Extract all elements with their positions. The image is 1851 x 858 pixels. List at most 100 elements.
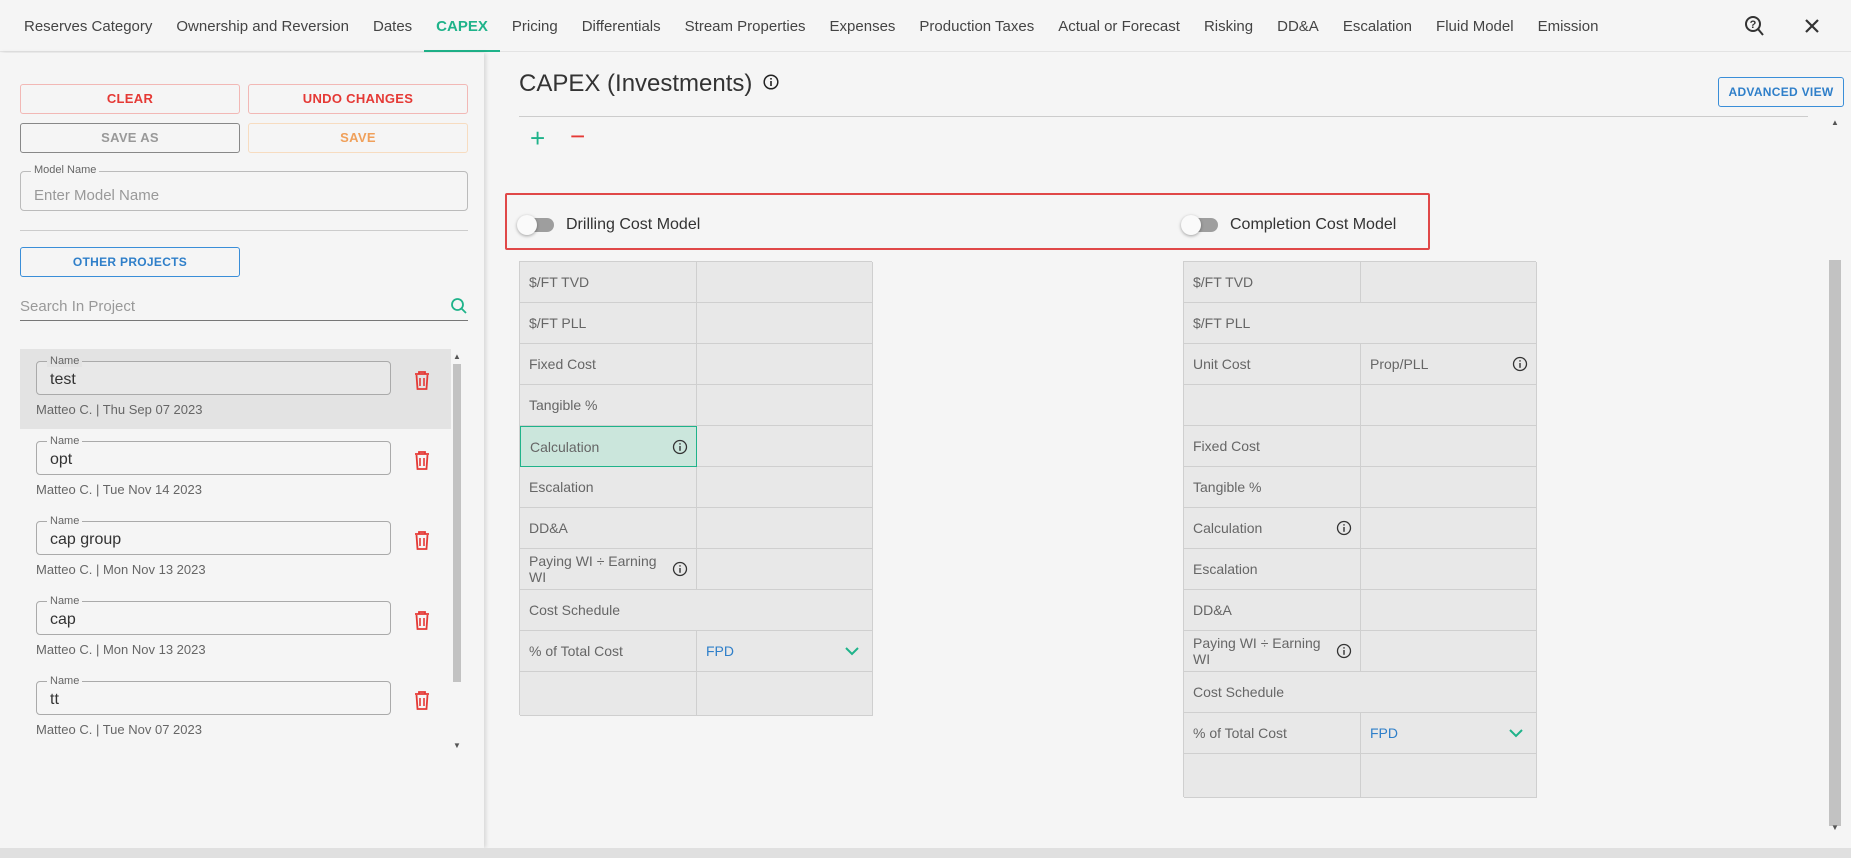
completion-fixed-cost-label: Fixed Cost	[1184, 426, 1361, 467]
drilling-tangible-value[interactable]	[697, 385, 873, 426]
chevron-down-icon[interactable]	[1508, 727, 1524, 739]
main-scrollbar[interactable]: ▲ ▼	[1829, 118, 1841, 832]
drilling-paying-wi-cell: Paying WI ÷ Earning WI	[520, 549, 697, 590]
list-item[interactable]: Name tt Matteo C. | Tue Nov 07 2023	[20, 669, 451, 745]
drilling-paying-wi-value[interactable]	[697, 549, 873, 590]
list-item[interactable]: Name opt Matteo C. | Tue Nov 14 2023	[20, 429, 451, 509]
list-item[interactable]: Name test Matteo C. | Thu Sep 07 2023	[20, 349, 451, 429]
drilling-fixed-cost-value[interactable]	[697, 344, 873, 385]
completion-ft-tvd-value[interactable]	[1361, 262, 1537, 303]
drilling-cost-model-toggle[interactable]	[517, 215, 554, 235]
list-item[interactable]: Name cap Matteo C. | Mon Nov 13 2023	[20, 589, 451, 669]
bottom-bar	[0, 848, 1851, 858]
item-name-label: Name	[47, 515, 83, 527]
completion-prop-pll-value[interactable]	[1361, 385, 1537, 426]
completion-escalation-value[interactable]	[1361, 549, 1537, 590]
model-name-field: Model Name	[20, 164, 468, 211]
completion-cost-model-label: Completion Cost Model	[1230, 216, 1397, 233]
save-button[interactable]: SAVE	[248, 123, 468, 153]
info-icon[interactable]	[1336, 520, 1352, 536]
tab-production-taxes[interactable]: Production Taxes	[907, 0, 1046, 52]
scroll-down-icon[interactable]: ▼	[452, 741, 462, 750]
trash-icon[interactable]	[412, 689, 432, 711]
search-icon[interactable]	[450, 297, 468, 315]
main-scroll-up-icon[interactable]: ▲	[1829, 118, 1841, 127]
search-input[interactable]	[20, 293, 440, 319]
item-name-field[interactable]: Name cap	[36, 595, 391, 635]
drilling-empty-value[interactable]	[697, 672, 873, 716]
drilling-calculation-value[interactable]	[697, 426, 873, 467]
trash-icon[interactable]	[412, 529, 432, 551]
drilling-ft-pll-value[interactable]	[697, 303, 873, 344]
tab-risking[interactable]: Risking	[1192, 0, 1265, 52]
tab-expenses[interactable]: Expenses	[818, 0, 908, 52]
tab-ownership-and-reversion[interactable]: Ownership and Reversion	[164, 0, 361, 52]
drilling-empty-label	[520, 672, 697, 716]
list-item[interactable]: Name cap group Matteo C. | Mon Nov 13 2023	[20, 509, 451, 589]
remove-button[interactable]: −	[570, 123, 585, 149]
svg-text:?: ?	[1750, 19, 1757, 31]
add-button[interactable]: +	[530, 125, 545, 151]
main-scroll-thumb[interactable]	[1829, 260, 1841, 826]
item-name-field[interactable]: Name test	[36, 355, 391, 395]
drilling-calculation-cell[interactable]: Calculation	[520, 426, 697, 467]
tab-stream-properties[interactable]: Stream Properties	[673, 0, 818, 52]
completion-calculation-label: Calculation	[1193, 520, 1263, 536]
item-name-field[interactable]: Name opt	[36, 435, 391, 475]
tab-pricing[interactable]: Pricing	[500, 0, 570, 52]
clear-button[interactable]: CLEAR	[20, 84, 240, 114]
tab-emission[interactable]: Emission	[1526, 0, 1611, 52]
tab-escalation[interactable]: Escalation	[1331, 0, 1424, 52]
drilling-ft-tvd-value[interactable]	[697, 262, 873, 303]
save-as-button[interactable]: SAVE AS	[20, 123, 240, 153]
completion-prop-pll-cell[interactable]: Prop/PLL	[1361, 344, 1537, 385]
trash-icon[interactable]	[412, 609, 432, 631]
info-icon[interactable]	[672, 561, 688, 577]
model-list-scrollbar[interactable]: ▲ ▼	[452, 352, 462, 750]
main-scroll-down-icon[interactable]: ▼	[1829, 823, 1841, 832]
trash-icon[interactable]	[412, 449, 432, 471]
info-icon[interactable]	[672, 439, 688, 455]
drilling-escalation-value[interactable]	[697, 467, 873, 508]
tab-dates[interactable]: Dates	[361, 0, 424, 52]
completion-unit-cost-value[interactable]	[1184, 385, 1361, 426]
tab-differentials[interactable]: Differentials	[570, 0, 673, 52]
item-name-field[interactable]: Name tt	[36, 675, 391, 715]
scroll-up-icon[interactable]: ▲	[452, 352, 462, 361]
tab-fluid-model[interactable]: Fluid Model	[1424, 0, 1526, 52]
page-title: CAPEX (Investments)	[519, 70, 753, 97]
advanced-view-button[interactable]: ADVANCED VIEW	[1718, 77, 1844, 107]
completion-calculation-value[interactable]	[1361, 508, 1537, 549]
completion-fixed-cost-value[interactable]	[1361, 426, 1537, 467]
completion-calculation-cell[interactable]: Calculation	[1184, 508, 1361, 549]
item-name-field[interactable]: Name cap group	[36, 515, 391, 555]
chevron-down-icon[interactable]	[844, 645, 860, 657]
help-icon[interactable]: ?	[1743, 14, 1767, 38]
drilling-dda-value[interactable]	[697, 508, 873, 549]
completion-paying-wi-value[interactable]	[1361, 631, 1537, 672]
trash-icon[interactable]	[412, 369, 432, 391]
completion-paying-wi-label: Paying WI ÷ Earning WI	[1193, 635, 1321, 667]
completion-tangible-value[interactable]	[1361, 467, 1537, 508]
info-icon[interactable]	[1336, 643, 1352, 659]
info-icon[interactable]	[1512, 356, 1528, 372]
completion-pct-total-label: % of Total Cost	[1184, 713, 1361, 754]
completion-paying-wi-cell: Paying WI ÷ Earning WI	[1184, 631, 1361, 672]
completion-pct-total-select[interactable]: FPD	[1361, 713, 1537, 754]
tab-reserves-category[interactable]: Reserves Category	[0, 0, 164, 52]
model-name-input[interactable]	[21, 172, 467, 210]
undo-changes-button[interactable]: UNDO CHANGES	[248, 84, 468, 114]
completion-empty-label	[1184, 754, 1361, 798]
scroll-thumb[interactable]	[453, 364, 461, 682]
drilling-pct-total-select[interactable]: FPD	[697, 631, 873, 672]
tab-dd-a[interactable]: DD&A	[1265, 0, 1331, 52]
completion-cost-schedule-label: Cost Schedule	[1184, 672, 1537, 713]
info-icon[interactable]	[763, 74, 779, 90]
other-projects-button[interactable]: OTHER PROJECTS	[20, 247, 240, 277]
tab-actual-or-forecast[interactable]: Actual or Forecast	[1046, 0, 1192, 52]
tab-capex[interactable]: CAPEX	[424, 0, 500, 52]
completion-empty-value[interactable]	[1361, 754, 1537, 798]
completion-dda-value[interactable]	[1361, 590, 1537, 631]
completion-cost-model-toggle[interactable]	[1181, 215, 1218, 235]
close-icon[interactable]	[1800, 14, 1824, 38]
